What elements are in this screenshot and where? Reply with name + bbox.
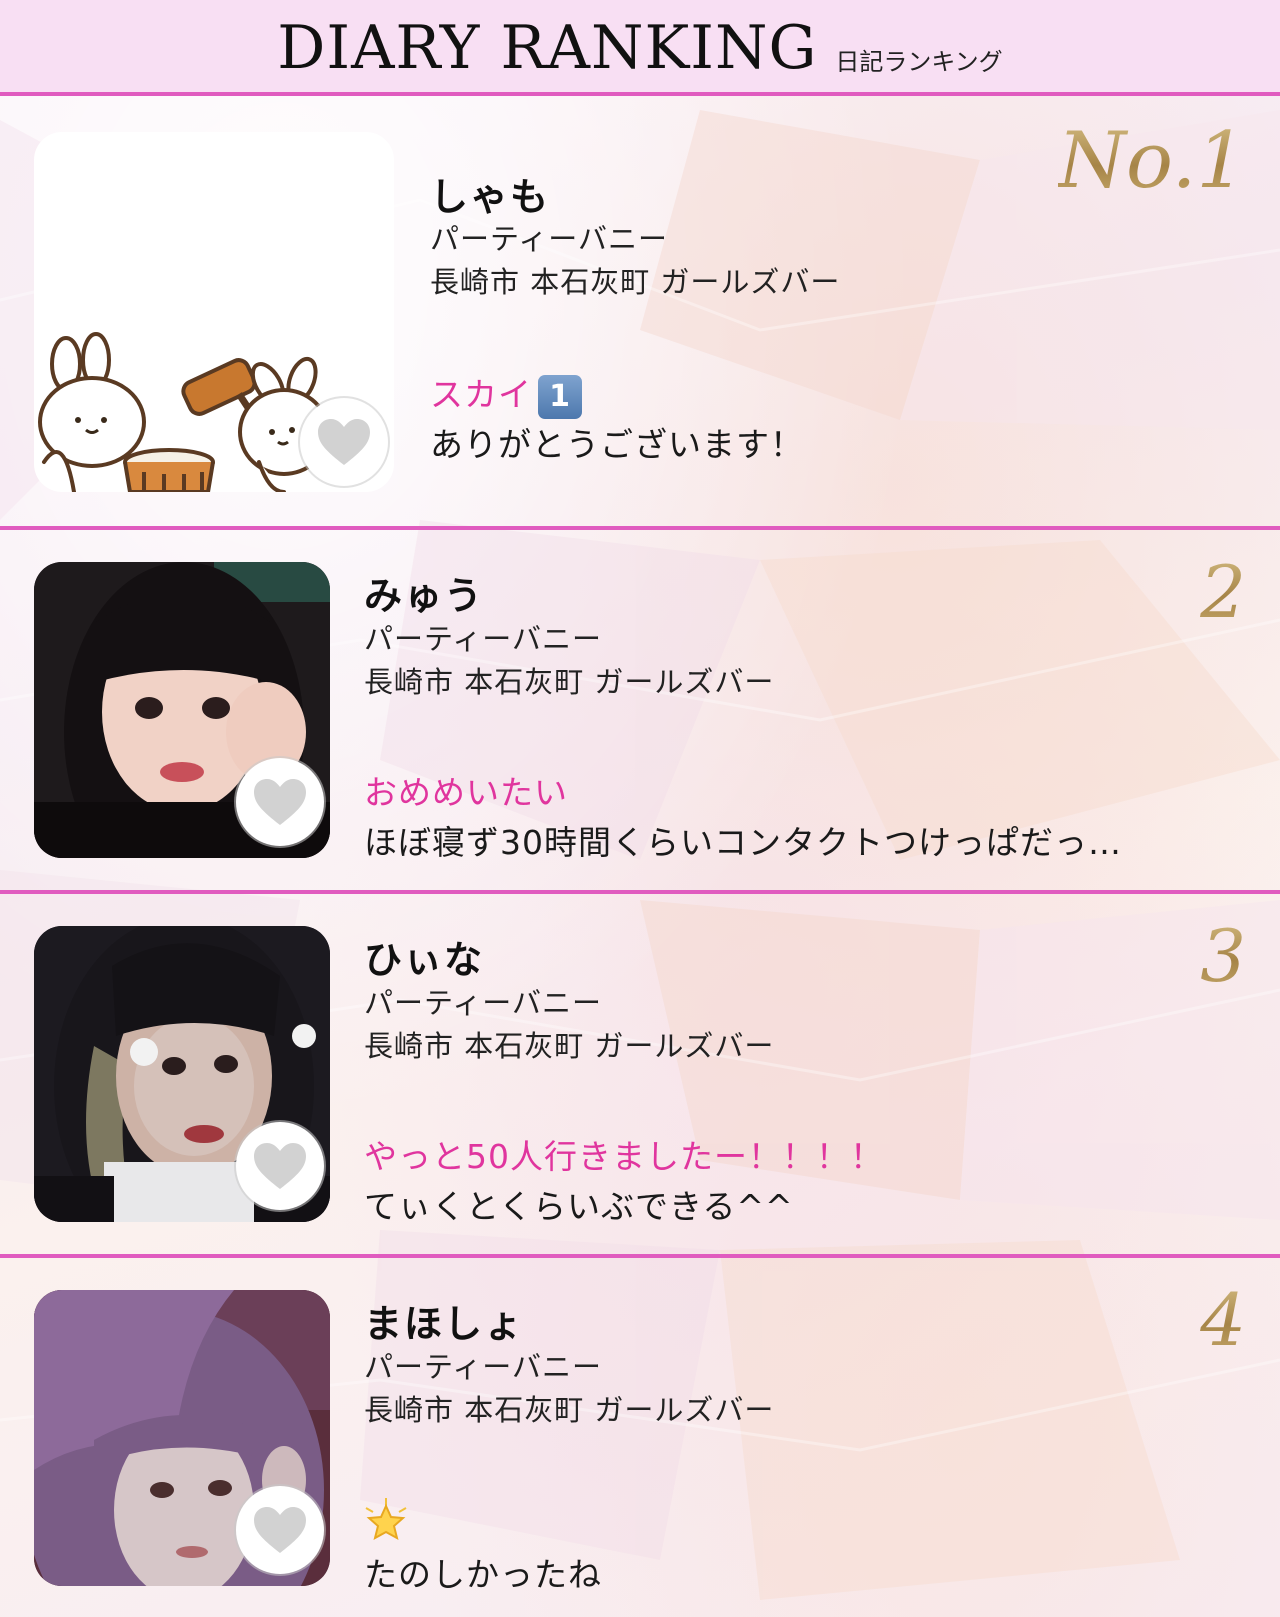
heart-icon <box>254 779 306 825</box>
shop-name[interactable]: パーティーバニー <box>364 1344 602 1386</box>
diary-title-text: スカイ <box>430 375 532 414</box>
shop-name[interactable]: パーティーバニー <box>430 216 668 258</box>
rank-label: 2 <box>1200 550 1246 634</box>
cast-name[interactable]: みゅう <box>364 565 484 620</box>
heart-icon <box>254 1143 306 1189</box>
diary-title[interactable]: やっと50人行きましたー！！！！ <box>364 1130 884 1178</box>
page-header: DIARY RANKING 日記ランキング <box>0 0 1280 95</box>
like-button[interactable] <box>236 1122 324 1210</box>
heart-icon <box>318 419 370 465</box>
header-title-group: DIARY RANKING 日記ランキング <box>0 0 1280 92</box>
ranking-entry-3[interactable]: ひぃな パーティーバニー 長崎市 本石灰町 ガールズバー やっと50人行きました… <box>0 894 1280 1256</box>
diary-title[interactable]: スカイ 1 <box>430 368 582 419</box>
shop-area: 長崎市 本石灰町 ガールズバー <box>364 1393 775 1427</box>
like-button[interactable] <box>300 398 388 486</box>
shop-name[interactable]: パーティーバニー <box>364 616 602 658</box>
page-subtitle: 日記ランキング <box>835 47 1003 76</box>
shop-area: 長崎市 本石灰町 ガールズバー <box>364 665 775 699</box>
like-button[interactable] <box>236 758 324 846</box>
ranking-entry-1[interactable]: しゃも パーティーバニー 長崎市 本石灰町 ガールズバー スカイ 1 ありがとうご… <box>0 96 1280 526</box>
shop-area: 長崎市 本石灰町 ガールズバー <box>364 1029 775 1063</box>
diary-title[interactable]: おめめいたい <box>364 766 568 814</box>
diary-excerpt: ほぼ寝ず30時間くらいコンタクトつけっぱだっ… <box>364 823 1122 862</box>
cast-name[interactable]: まほしょ <box>364 1293 524 1348</box>
shop-area: 長崎市 本石灰町 ガールズバー <box>430 265 841 299</box>
diary-excerpt: てぃくとくらいぶできる^^ <box>364 1187 794 1226</box>
rank-label: 4 <box>1200 1278 1246 1362</box>
shop-name[interactable]: パーティーバニー <box>364 980 602 1022</box>
rank-label: No.1 <box>1057 116 1246 206</box>
number-one-badge: 1 <box>538 374 582 419</box>
cast-name[interactable]: しゃも <box>430 166 550 221</box>
diary-excerpt: ありがとうございます！ <box>430 425 804 464</box>
ranking-entry-2[interactable]: みゅう パーティーバニー 長崎市 本石灰町 ガールズバー おめめいたい ほぼ寝ず… <box>0 530 1280 892</box>
cast-name[interactable]: ひぃな <box>364 929 484 984</box>
heart-icon <box>254 1507 306 1553</box>
page-title: DIARY RANKING <box>277 13 818 83</box>
like-button[interactable] <box>236 1486 324 1574</box>
rank-label: 3 <box>1200 914 1246 998</box>
diary-excerpt: たのしかったね <box>364 1555 602 1594</box>
star-icon <box>364 1498 408 1546</box>
ranking-entry-4[interactable]: まほしょ パーティーバニー 長崎市 本石灰町 ガールズバー たのしかったね 4 <box>0 1258 1280 1617</box>
